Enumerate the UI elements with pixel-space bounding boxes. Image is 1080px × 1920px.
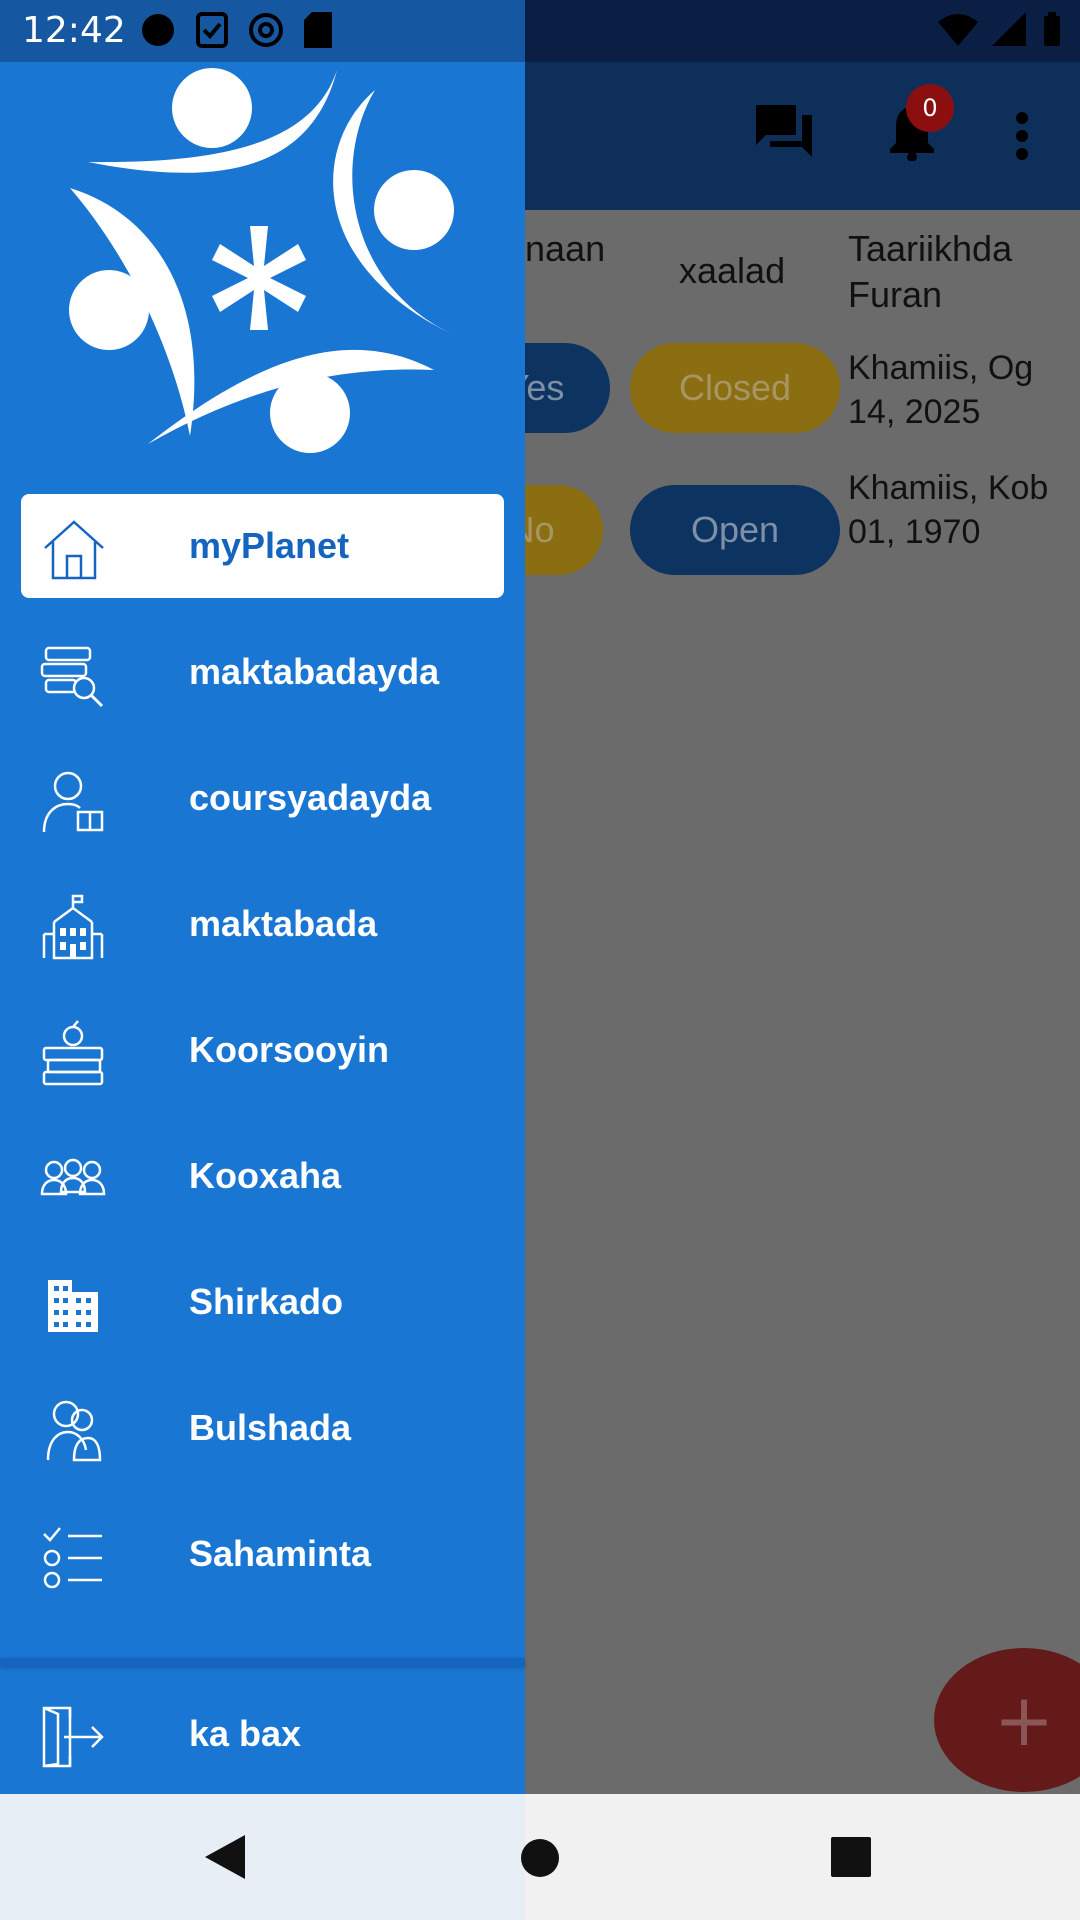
date-cell: Khamiis, Og 14, 2025: [848, 349, 1034, 431]
column-header-status: xaalad: [679, 250, 786, 291]
status-pill-open[interactable]: Open: [630, 485, 840, 575]
drawer-item-shirkado[interactable]: Shirkado: [0, 1250, 525, 1354]
more-vert-icon[interactable]: [1014, 112, 1030, 160]
battery-icon: [1044, 12, 1060, 46]
drawer-item-label: Shirkado: [189, 1281, 344, 1322]
library-building-icon: [42, 894, 104, 960]
signal-icon: [992, 12, 1026, 46]
back-icon[interactable]: [205, 1835, 245, 1879]
survey-icon: [43, 1527, 102, 1589]
date-cell: Khamiis, Kob 01, 1970: [848, 469, 1049, 551]
clipboard-check-icon: [196, 12, 228, 48]
at-sync-icon: [249, 13, 283, 47]
drawer-item-label: maktabadayda: [189, 651, 440, 692]
community-icon: [46, 1400, 102, 1462]
drawer-item-label: Kooxaha: [189, 1155, 342, 1196]
drawer-item-koorsooyin[interactable]: Koorsooyin: [0, 998, 525, 1102]
notification-badge: 0: [906, 84, 954, 132]
drawer-item-label: Bulshada: [189, 1407, 352, 1448]
enterprises-icon: [48, 1280, 98, 1332]
recents-icon[interactable]: [831, 1837, 871, 1877]
dot-icon: [142, 14, 174, 46]
column-header-date: Taariikhda Furan: [848, 228, 1013, 315]
sd-card-icon: [304, 12, 332, 48]
wifi-icon: [938, 14, 978, 46]
courses-books-icon: [42, 1020, 104, 1086]
drawer-item-maktabada[interactable]: maktabada: [0, 872, 525, 976]
status-icons-right: [938, 12, 1062, 48]
drawer-item-label: Sahaminta: [189, 1533, 372, 1574]
drawer-item-label: maktabada: [189, 903, 378, 944]
my-courses-icon: [42, 771, 104, 833]
status-time: 12:42: [22, 10, 126, 51]
logout-icon: [42, 1706, 104, 1768]
home-icon: [44, 520, 104, 580]
drawer-item-label: myPlanet: [189, 525, 350, 566]
drawer-item-label: Koorsooyin: [189, 1029, 390, 1070]
drawer-item-bulshada[interactable]: Bulshada: [0, 1376, 525, 1480]
drawer-divider: [0, 1658, 525, 1666]
status-icons-left: [140, 12, 332, 48]
drawer-item-myplanet[interactable]: myPlanet: [21, 494, 504, 598]
system-nav-bar-left: [0, 1794, 525, 1920]
chat-icon[interactable]: [756, 105, 812, 157]
teams-icon: [40, 1158, 106, 1196]
status-pill-closed[interactable]: Closed: [630, 343, 840, 433]
drawer-item-label: coursyadayda: [189, 777, 432, 818]
drawer-item-coursyadayda[interactable]: coursyadayda: [0, 746, 525, 850]
my-library-icon: [40, 646, 104, 708]
drawer-item-maktabadayda[interactable]: maktabadayda: [0, 620, 525, 724]
drawer-item-kooxaha[interactable]: Kooxaha: [0, 1124, 525, 1228]
drawer-item-label: ka bax: [189, 1713, 302, 1754]
myplanet-logo: [69, 68, 454, 453]
home-nav-icon[interactable]: [520, 1838, 560, 1878]
drawer-item-logout[interactable]: ka bax: [0, 1682, 525, 1786]
drawer-item-sahaminta[interactable]: Sahaminta: [0, 1502, 525, 1606]
